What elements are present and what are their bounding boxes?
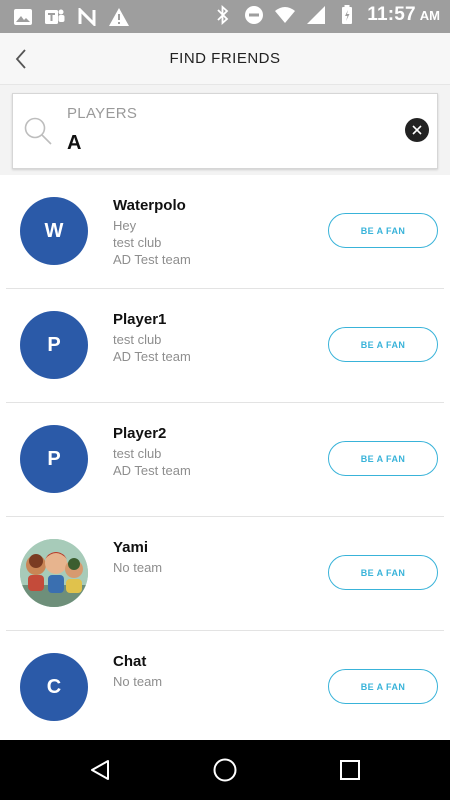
- player-name: Player1: [113, 311, 167, 328]
- player-detail: AD Test team: [113, 349, 191, 364]
- player-row[interactable]: P Player1 test club AD Test team BE A FA…: [6, 289, 444, 403]
- avatar-image: [20, 539, 88, 607]
- avatar: C: [20, 653, 88, 721]
- page-title: FIND FRIENDS: [169, 50, 281, 67]
- search-input[interactable]: [67, 130, 387, 156]
- wifi-icon: [274, 4, 296, 26]
- signal-icon: [305, 4, 327, 26]
- circle-home-icon: [213, 758, 237, 782]
- player-row[interactable]: W Waterpolo Hey test club AD Test team B…: [6, 175, 444, 289]
- be-a-fan-button[interactable]: BE A FAN: [328, 441, 438, 476]
- search-box[interactable]: PLAYERS: [12, 93, 438, 169]
- player-info: Chat No team: [113, 653, 162, 690]
- bluetooth-icon: [212, 4, 234, 26]
- player-row[interactable]: P Player2 test club AD Test team BE A FA…: [6, 403, 444, 517]
- search-category-label: PLAYERS: [67, 105, 138, 122]
- be-a-fan-button[interactable]: BE A FAN: [328, 669, 438, 704]
- player-name: Player2: [113, 425, 167, 442]
- player-info: Player1 test club AD Test team: [113, 311, 191, 365]
- avatar-photo: [20, 539, 88, 607]
- avatar: P: [20, 425, 88, 493]
- teams-icon: [44, 6, 66, 28]
- nav-home-button[interactable]: [211, 756, 239, 784]
- clear-search-button[interactable]: [405, 118, 429, 142]
- player-name: Chat: [113, 653, 147, 670]
- n-app-icon: [76, 6, 98, 28]
- player-detail: AD Test team: [113, 463, 191, 478]
- image-icon: [12, 6, 34, 28]
- player-row[interactable]: Yami No team BE A FAN: [6, 517, 444, 631]
- player-info: Player2 test club AD Test team: [113, 425, 191, 479]
- avatar: W: [20, 197, 88, 265]
- navigation-bar: [0, 740, 450, 800]
- be-a-fan-button[interactable]: BE A FAN: [328, 213, 438, 248]
- battery-icon: [336, 4, 358, 26]
- nav-recents-button[interactable]: [336, 756, 364, 784]
- player-row[interactable]: C Chat No team BE A FAN: [6, 631, 444, 745]
- player-detail: test club: [113, 332, 162, 347]
- warning-icon: [108, 6, 130, 28]
- status-bar: 11:57 AM: [0, 0, 450, 33]
- avatar: P: [20, 311, 88, 379]
- player-detail: test club: [113, 446, 162, 461]
- triangle-back-icon: [91, 760, 109, 780]
- player-name: Yami: [113, 539, 149, 556]
- clock-ampm: AM: [419, 8, 440, 23]
- clock: 11:57 AM: [367, 4, 440, 26]
- search-section: PLAYERS: [0, 85, 450, 175]
- player-detail: Hey: [113, 218, 137, 233]
- be-a-fan-button[interactable]: BE A FAN: [328, 555, 438, 590]
- player-detail: AD Test team: [113, 252, 191, 267]
- be-a-fan-button[interactable]: BE A FAN: [328, 327, 438, 362]
- player-detail: No team: [113, 560, 163, 575]
- player-detail: No team: [113, 674, 163, 689]
- players-list: W Waterpolo Hey test club AD Test team B…: [0, 175, 450, 745]
- nav-back-button[interactable]: [86, 756, 114, 784]
- player-info: Waterpolo Hey test club AD Test team: [113, 197, 191, 268]
- close-icon: [412, 125, 422, 135]
- player-info: Yami No team: [113, 539, 162, 576]
- player-detail: test club: [113, 235, 162, 250]
- app-header: FIND FRIENDS: [0, 33, 450, 85]
- search-icon: [24, 117, 52, 145]
- player-name: Waterpolo: [113, 197, 186, 214]
- square-recents-icon: [340, 760, 360, 780]
- clock-time: 11:57: [367, 4, 416, 25]
- do-not-disturb-icon: [243, 4, 265, 26]
